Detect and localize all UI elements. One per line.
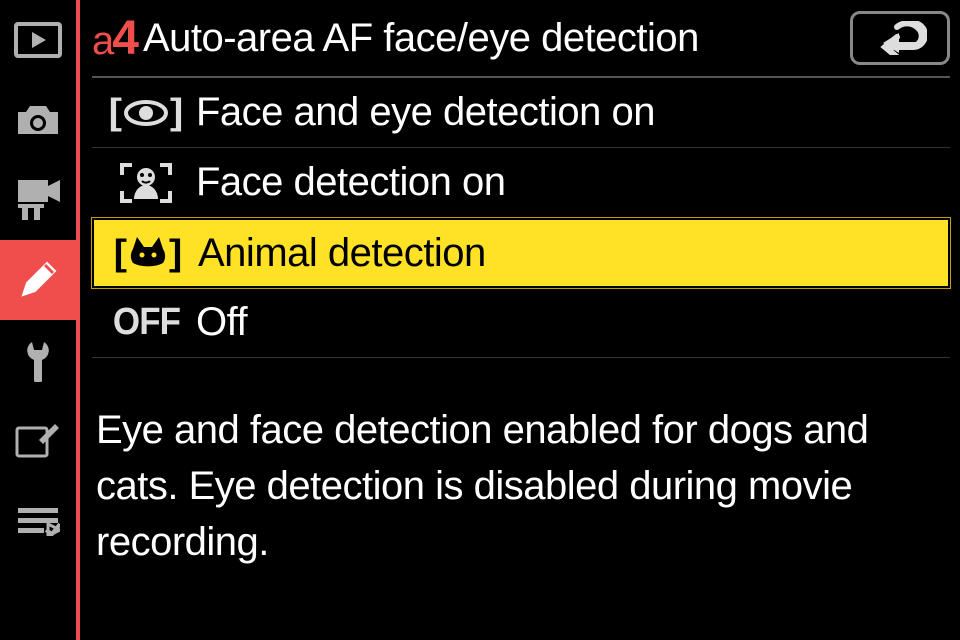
sidebar-item-retouch[interactable] [0,400,78,480]
menu-title: Auto-area AF face/eye detection [143,16,840,61]
option-icon-slot [96,161,196,205]
face-bracket-icon [118,161,174,205]
retouch-icon [15,420,61,460]
option-face-eye-detection[interactable]: [ ] Face and eye detection on [92,78,950,148]
option-label: Face and eye detection on [196,90,655,135]
sidebar-item-custom-settings[interactable] [0,240,78,320]
camera-menu-screen: a4 Auto-area AF face/eye detection [ ] F… [0,0,960,640]
menu-code: a4 [92,11,137,66]
camera-icon [14,102,62,138]
option-off[interactable]: OFF Off [92,288,950,358]
back-button[interactable] [850,11,950,65]
video-icon [14,178,62,222]
main-panel: a4 Auto-area AF face/eye detection [ ] F… [80,0,960,640]
pencil-icon [17,259,59,301]
back-icon [873,21,927,55]
menu-sidebar [0,0,80,640]
option-animal-detection[interactable]: [ ] Animal detection [92,218,950,288]
option-label: Animal detection [198,231,486,276]
my-menu-icon [16,504,60,536]
sidebar-item-setup[interactable] [0,320,78,400]
option-icon-slot: [ ] [96,90,196,135]
option-description: Eye and face detection enabled for dogs … [92,358,950,570]
cat-icon [129,237,167,269]
eye-icon [124,100,168,126]
option-label: Off [196,300,247,345]
off-text-icon: OFF [112,301,179,344]
sidebar-item-my-menu[interactable] [0,480,78,560]
sidebar-item-movie-shooting[interactable] [0,160,78,240]
options-list: [ ] Face and eye detection on [92,78,950,358]
sidebar-item-playback[interactable] [0,0,78,80]
animal-bracket-icon: [ ] [114,231,183,276]
sidebar-item-photo-shooting[interactable] [0,80,78,160]
menu-header: a4 Auto-area AF face/eye detection [92,0,950,78]
wrench-icon [18,338,58,382]
option-icon-slot: OFF [96,301,196,344]
eye-bracket-icon: [ ] [109,90,184,135]
option-icon-slot: [ ] [98,231,198,276]
option-face-detection[interactable]: Face detection on [92,148,950,218]
option-label: Face detection on [196,160,506,205]
playback-icon [14,22,62,58]
